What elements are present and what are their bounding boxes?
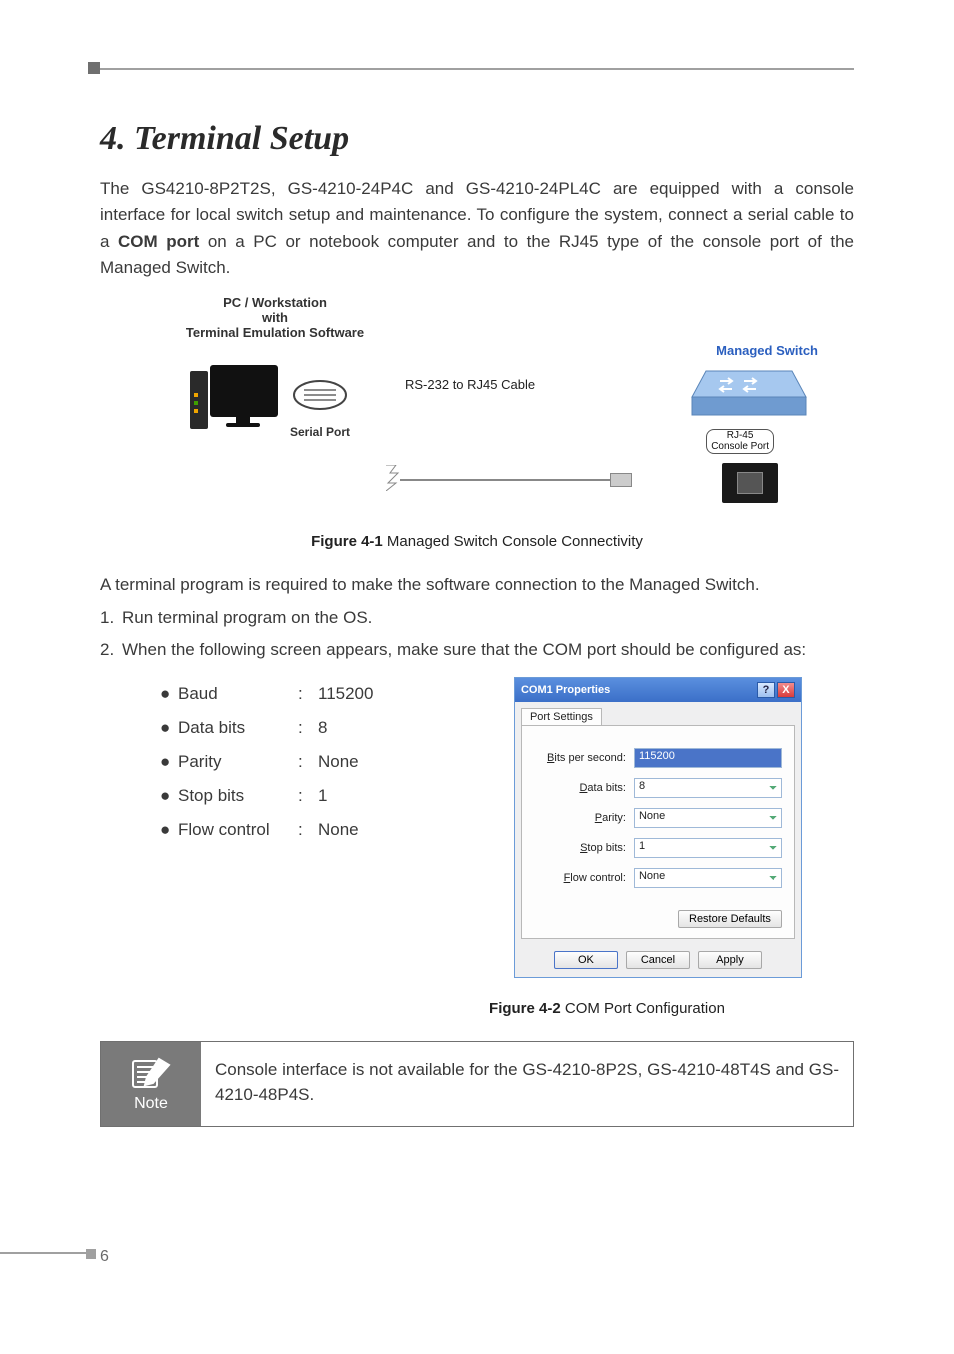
- pc-workstation-icon: [180, 365, 280, 443]
- cable-break-icon: [386, 465, 400, 491]
- rj45-line2: Console Port: [711, 442, 769, 453]
- managed-switch-label: Managed Switch: [716, 343, 818, 358]
- settings-list: ●Baud:115200 ●Data bits:8 ●Parity:None ●…: [160, 677, 462, 847]
- setting-stop-bits: ●Stop bits:1: [160, 779, 462, 813]
- dialog-buttons: OK Cancel Apply: [515, 945, 801, 977]
- note-text: Console interface is not available for t…: [201, 1042, 853, 1126]
- apply-button[interactable]: Apply: [698, 951, 762, 969]
- com1-properties-dialog: COM1 Properties ? X Port Settings Bits p…: [514, 677, 802, 978]
- dialog-column: COM1 Properties ? X Port Settings Bits p…: [462, 677, 854, 978]
- step-2: 2.When the following screen appears, mak…: [100, 637, 854, 663]
- footer-square-icon: [86, 1249, 96, 1259]
- managed-switch-icon: [684, 365, 814, 425]
- ok-button[interactable]: OK: [554, 951, 618, 969]
- rj45-port-label: RJ-45 Console Port: [706, 429, 774, 454]
- parity-label: Parity:: [534, 812, 634, 824]
- intro-text-post: on a PC or notebook computer and to the …: [100, 232, 854, 277]
- setting-flow-control: ●Flow control:None: [160, 813, 462, 847]
- figure-4-2-text: COM Port Configuration: [561, 1000, 725, 1017]
- pc-label-line3: Terminal Emulation Software: [180, 325, 370, 340]
- figure-4-2-number: Figure 4-2: [489, 1000, 561, 1017]
- help-button[interactable]: ?: [757, 682, 775, 698]
- dialog-title: COM1 Properties: [521, 684, 755, 696]
- parity-select[interactable]: None: [634, 808, 782, 828]
- serial-connector-icon: [290, 370, 360, 420]
- restore-row: Restore Defaults: [534, 910, 782, 928]
- footer-rule: [0, 1252, 88, 1254]
- page-number: 6: [100, 1248, 109, 1266]
- section-heading: 4. Terminal Setup: [100, 120, 854, 158]
- figure-4-1-text: Managed Switch Console Connectivity: [383, 533, 643, 550]
- bps-select[interactable]: 115200: [634, 748, 782, 768]
- dialog-titlebar: COM1 Properties ? X: [515, 678, 801, 702]
- stop-bits-select[interactable]: 1: [634, 838, 782, 858]
- flow-control-label: Flow control:: [534, 872, 634, 884]
- data-bits-select[interactable]: 8: [634, 778, 782, 798]
- cancel-button[interactable]: Cancel: [626, 951, 690, 969]
- cable-label: RS-232 to RJ45 Cable: [405, 377, 535, 392]
- field-flow-control: Flow control: None: [534, 868, 782, 888]
- serial-port-label: Serial Port: [290, 425, 350, 439]
- setting-baud: ●Baud:115200: [160, 677, 462, 711]
- intro-paragraph: The GS4210-8P2T2S, GS-4210-24P4C and GS-…: [100, 176, 854, 281]
- note-icon: [129, 1055, 173, 1091]
- note-icon-panel: Note: [101, 1042, 201, 1126]
- setting-data-bits: ●Data bits:8: [160, 711, 462, 745]
- header-rule: [88, 68, 854, 70]
- note-label: Note: [134, 1095, 168, 1113]
- rj45-port-icon: [722, 463, 778, 503]
- note-box: Note Console interface is not available …: [100, 1041, 854, 1127]
- pc-label-line1: PC / Workstation: [180, 295, 370, 310]
- cable-plug-icon: [610, 473, 632, 487]
- flow-control-select[interactable]: None: [634, 868, 782, 888]
- figure-4-1-number: Figure 4-1: [311, 533, 383, 550]
- settings-columns: ●Baud:115200 ●Data bits:8 ●Parity:None ●…: [100, 677, 854, 978]
- step-2-text: When the following screen appears, make …: [122, 640, 806, 659]
- field-parity: Parity: None: [534, 808, 782, 828]
- bps-label: Bits per second:: [534, 752, 634, 764]
- stop-bits-label: Stop bits:: [534, 842, 634, 854]
- data-bits-label: Data bits:: [534, 782, 634, 794]
- field-bits-per-second: Bits per second: 115200: [534, 748, 782, 768]
- close-button[interactable]: X: [777, 682, 795, 698]
- header-square-icon: [88, 62, 100, 74]
- figure-4-1-caption: Figure 4-1 Managed Switch Console Connec…: [100, 533, 854, 550]
- step-1-text: Run terminal program on the OS.: [122, 608, 372, 627]
- settings-list-column: ●Baud:115200 ●Data bits:8 ●Parity:None ●…: [100, 677, 462, 978]
- connectivity-diagram: PC / Workstation with Terminal Emulation…: [100, 295, 854, 505]
- field-data-bits: Data bits: 8: [534, 778, 782, 798]
- pc-label-line2: with: [180, 310, 370, 325]
- step-1: 1.Run terminal program on the OS.: [100, 605, 854, 631]
- terminal-program-paragraph: A terminal program is required to make t…: [100, 572, 854, 598]
- intro-bold: COM port: [118, 232, 199, 251]
- field-stop-bits: Stop bits: 1: [534, 838, 782, 858]
- cable-line: [400, 479, 618, 481]
- figure-4-2-caption: Figure 4-2 COM Port Configuration: [100, 1000, 854, 1017]
- page: 4. Terminal Setup The GS4210-8P2T2S, GS-…: [0, 0, 954, 1354]
- dialog-tabs: Port Settings: [515, 702, 801, 725]
- dialog-body: Bits per second: 115200 Data bits: 8 Par…: [521, 725, 795, 939]
- setting-parity: ●Parity:None: [160, 745, 462, 779]
- step-2-number: 2.: [100, 637, 122, 663]
- restore-defaults-button[interactable]: Restore Defaults: [678, 910, 782, 928]
- tab-port-settings[interactable]: Port Settings: [521, 708, 602, 725]
- pc-label: PC / Workstation with Terminal Emulation…: [180, 295, 370, 340]
- step-1-number: 1.: [100, 605, 122, 631]
